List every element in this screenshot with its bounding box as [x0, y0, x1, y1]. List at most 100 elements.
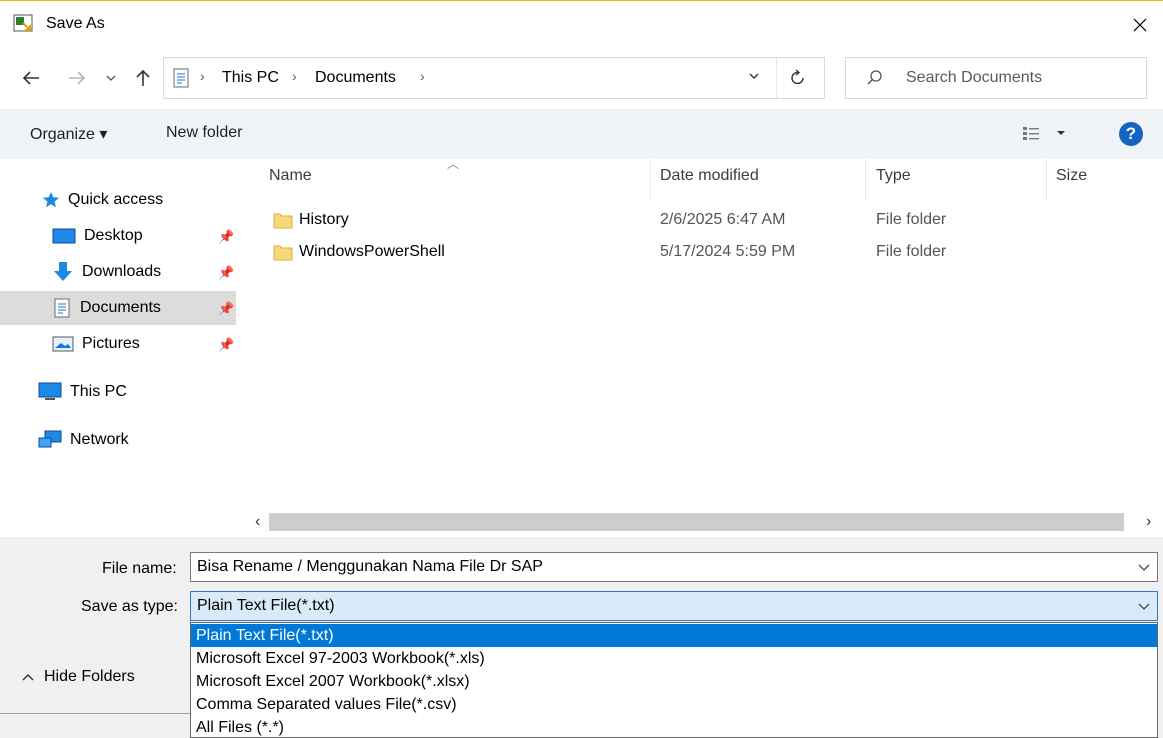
sidebar-item-label: This PC — [70, 383, 127, 400]
address-dropdown-icon[interactable] — [748, 70, 760, 82]
sidebar-item-this-pc[interactable]: This PC — [0, 375, 241, 409]
file-name: WindowsPowerShell — [299, 243, 445, 260]
sidebar-item-pictures[interactable]: Pictures 📌 — [0, 327, 241, 361]
back-button[interactable] — [14, 61, 48, 95]
back-arrow-icon — [22, 71, 39, 85]
sort-ascending-icon: ︿ — [447, 157, 460, 171]
desktop-icon — [52, 228, 76, 244]
help-icon: ? — [1125, 124, 1137, 143]
view-options-button[interactable] — [1022, 125, 1072, 148]
search-box[interactable]: Search Documents — [845, 57, 1147, 99]
sidebar-item-label: Quick access — [68, 191, 164, 208]
sidebar-item-documents[interactable]: Documents 📌 — [0, 291, 236, 325]
window-title: Save As — [46, 15, 105, 32]
file-date: 5/17/2024 5:59 PM — [660, 243, 796, 260]
save-type-select[interactable]: Plain Text File(*.txt) — [190, 591, 1158, 621]
documents-icon — [54, 298, 70, 318]
app-icon — [13, 14, 33, 32]
pictures-icon — [52, 336, 74, 352]
sidebar-item-label: Desktop — [84, 227, 143, 244]
sidebar-item-quick-access[interactable]: Quick access — [0, 183, 241, 217]
save-type-label: Save as type: — [81, 598, 178, 615]
help-button[interactable]: ? — [1119, 122, 1143, 146]
file-type: File folder — [876, 243, 947, 260]
sidebar-item-downloads[interactable]: Downloads 📌 — [0, 255, 241, 289]
hide-folders-button[interactable]: Hide Folders — [22, 668, 135, 686]
recent-locations-button[interactable] — [102, 61, 120, 95]
organize-button[interactable]: Organize ▾ — [30, 124, 107, 144]
sidebar-item-label: Downloads — [82, 263, 162, 280]
horizontal-scrollbar[interactable]: ‹ › — [241, 511, 1163, 535]
column-divider — [650, 159, 651, 199]
forward-button[interactable] — [62, 61, 92, 95]
column-divider — [1046, 159, 1047, 199]
file-list: ︿ Name Date modified Type Size History 2… — [241, 157, 1163, 537]
scrollbar-thumb[interactable] — [269, 513, 1124, 531]
save-type-value: Plain Text File(*.txt) — [197, 597, 335, 614]
file-name: History — [299, 211, 349, 228]
search-input[interactable]: Search Documents — [906, 69, 1042, 87]
sidebar-item-network[interactable]: Network — [0, 423, 241, 457]
dropdown-option[interactable]: Microsoft Excel 97-2003 Workbook(*.xls) — [191, 647, 1157, 670]
dropdown-option[interactable]: All Files (*.*) — [191, 716, 1157, 738]
star-icon — [43, 192, 59, 208]
column-header-name[interactable]: Name — [269, 167, 312, 185]
file-row[interactable]: WindowsPowerShell 5/17/2024 5:59 PM File… — [269, 238, 1129, 268]
command-toolbar: Organize ▾ New folder ? — [0, 109, 1163, 159]
download-icon — [54, 262, 72, 281]
breadcrumb-separator: › — [420, 68, 425, 84]
breadcrumb-separator: › — [292, 68, 297, 84]
up-button[interactable] — [128, 61, 158, 95]
new-folder-button[interactable]: New folder — [166, 124, 242, 142]
breadcrumb-documents[interactable]: Documents — [315, 69, 396, 87]
close-icon — [1133, 18, 1147, 32]
dropdown-option[interactable]: Plain Text File(*.txt) — [191, 624, 1157, 647]
view-list-icon — [1023, 127, 1065, 140]
title-bar: Save As — [0, 1, 1163, 49]
hide-folders-label: Hide Folders — [44, 668, 135, 685]
pin-icon: 📌 — [218, 229, 235, 244]
column-header-type[interactable]: Type — [876, 167, 911, 185]
up-arrow-icon — [136, 69, 150, 86]
save-as-dialog: Save As › This PC › Documents › Search D… — [0, 0, 1163, 738]
dialog-border — [0, 713, 190, 714]
breadcrumb-separator: › — [200, 68, 205, 84]
dropdown-option[interactable]: Microsoft Excel 2007 Workbook(*.xlsx) — [191, 670, 1157, 693]
column-header-date[interactable]: Date modified — [660, 167, 759, 185]
sidebar-item-desktop[interactable]: Desktop 📌 — [0, 219, 241, 253]
scroll-left-icon[interactable]: ‹ — [255, 513, 260, 531]
refresh-icon[interactable] — [790, 68, 806, 86]
navigation-pane: Quick access Desktop 📌 Downloads 📌 Docum… — [0, 159, 241, 537]
file-name-field[interactable]: Bisa Rename / Menggunakan Nama File Dr S… — [190, 552, 1158, 582]
chevron-down-icon[interactable] — [1137, 597, 1151, 615]
pin-icon: 📌 — [218, 337, 235, 352]
address-divider — [776, 58, 777, 98]
forward-arrow-icon — [69, 71, 86, 85]
address-bar[interactable]: › This PC › Documents › — [163, 57, 825, 99]
chevron-down-icon[interactable] — [1137, 558, 1151, 576]
chevron-up-icon — [22, 674, 34, 681]
column-header-size[interactable]: Size — [1056, 167, 1087, 185]
file-name-value[interactable]: Bisa Rename / Menggunakan Nama File Dr S… — [197, 558, 543, 576]
file-name-label: File name: — [102, 560, 177, 577]
close-button[interactable] — [1117, 1, 1163, 49]
chevron-down-icon — [106, 75, 116, 81]
search-icon — [867, 70, 882, 85]
breadcrumb-this-pc[interactable]: This PC — [222, 69, 279, 87]
pin-icon: 📌 — [218, 265, 235, 280]
scroll-right-icon[interactable]: › — [1146, 513, 1151, 531]
pin-icon: 📌 — [218, 301, 235, 316]
documents-icon — [173, 68, 189, 88]
sidebar-item-label: Network — [70, 431, 129, 448]
save-type-dropdown: Plain Text File(*.txt) Microsoft Excel 9… — [190, 622, 1158, 738]
sidebar-item-label: Pictures — [82, 335, 140, 352]
file-date: 2/6/2025 6:47 AM — [660, 211, 786, 228]
computer-icon — [38, 382, 62, 400]
column-divider — [865, 159, 866, 199]
dropdown-option[interactable]: Comma Separated values File(*.csv) — [191, 693, 1157, 716]
network-icon — [38, 430, 62, 448]
file-type: File folder — [876, 211, 947, 228]
file-row[interactable]: History 2/6/2025 6:47 AM File folder — [269, 206, 1129, 236]
navigation-bar: › This PC › Documents › Search Documents — [0, 49, 1163, 109]
folder-icon — [273, 245, 293, 261]
